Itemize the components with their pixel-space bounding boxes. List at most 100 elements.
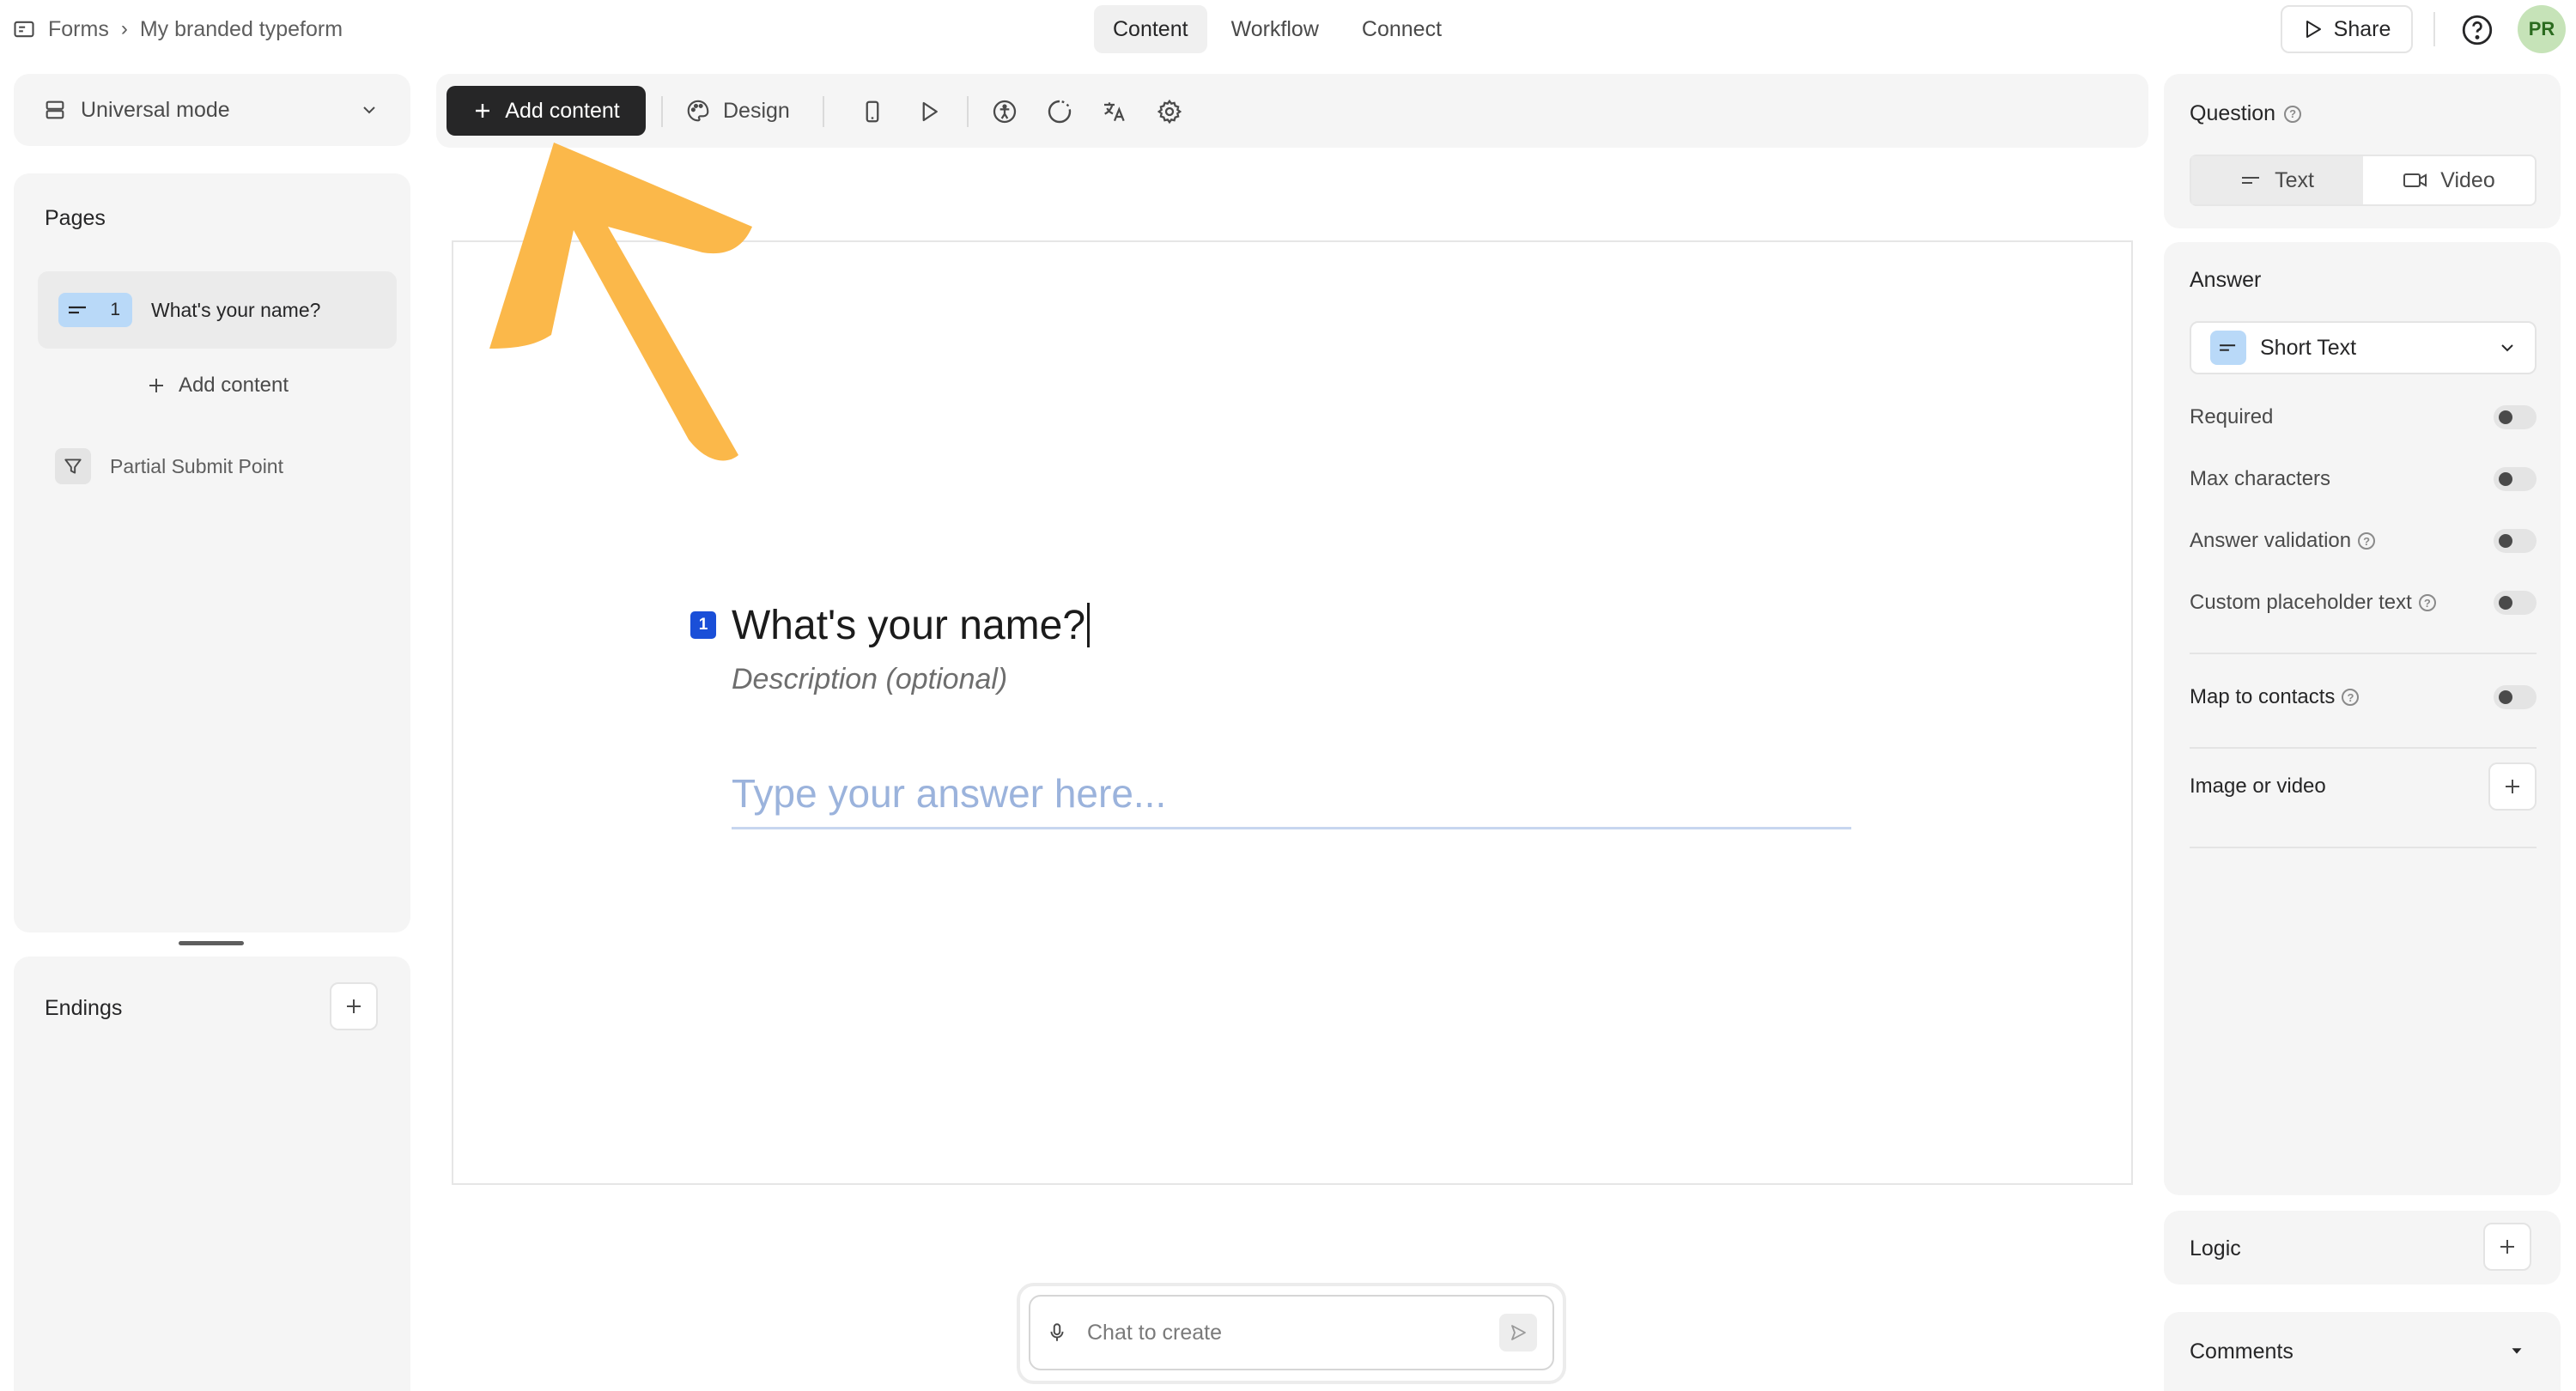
option-required: Required [2190, 400, 2537, 434]
info-icon[interactable]: ? [2342, 689, 2360, 706]
accessibility-icon[interactable] [987, 94, 1022, 129]
chat-input[interactable] [1087, 1320, 1480, 1345]
question-type-video-label: Video [2440, 167, 2495, 192]
question-type-toggle: Text Video [2190, 155, 2537, 206]
pages-title: Pages [45, 206, 106, 230]
tab-connect[interactable]: Connect [1343, 5, 1461, 53]
info-icon[interactable]: ? [2358, 532, 2376, 550]
question-type-video[interactable]: Video [2363, 156, 2535, 204]
answer-type-select[interactable]: Short Text [2190, 321, 2537, 374]
microphone-icon[interactable] [1046, 1320, 1068, 1345]
option-label: Max characters [2190, 467, 2331, 490]
breadcrumb-form-name[interactable]: My branded typeform [140, 17, 343, 42]
custom-placeholder-toggle[interactable] [2494, 591, 2537, 615]
required-toggle[interactable] [2494, 405, 2537, 429]
add-ending-button[interactable] [330, 982, 378, 1030]
option-label: Answer validation [2190, 529, 2352, 552]
question-title-text: What's your name? [732, 602, 1086, 648]
max-characters-toggle[interactable] [2494, 467, 2537, 491]
info-icon[interactable]: ? [2418, 594, 2436, 611]
avatar[interactable]: PR [2518, 5, 2566, 53]
add-content-label: Add content [505, 98, 620, 123]
question-title[interactable]: What's your name? [732, 598, 1091, 653]
resize-handle[interactable] [179, 941, 244, 945]
short-text-icon [2240, 172, 2263, 189]
caret-down-icon [2507, 1341, 2526, 1360]
answer-input[interactable] [732, 759, 1851, 829]
option-max-characters: Max characters [2190, 462, 2537, 496]
endings-title: Endings [45, 996, 123, 1020]
share-label: Share [2333, 16, 2391, 41]
option-label-row: Answer validation ? [2190, 529, 2376, 553]
endings-panel: Endings [14, 957, 410, 1391]
answer-label: Answer [2190, 268, 2262, 292]
tab-content[interactable]: Content [1094, 5, 1207, 53]
settings-icon[interactable] [1152, 94, 1187, 129]
add-content-link[interactable]: Add content [38, 361, 397, 410]
top-bar: Forms › My branded typeform Content Work… [0, 0, 2576, 60]
header-divider [2433, 12, 2435, 46]
share-icon [2303, 19, 2324, 39]
plus-icon [146, 375, 167, 396]
play-icon[interactable] [912, 94, 946, 129]
section-divider [2190, 847, 2537, 848]
option-label: Image or video [2190, 774, 2326, 798]
add-logic-button[interactable] [2483, 1223, 2531, 1271]
plus-icon [343, 996, 364, 1017]
palette-icon [685, 98, 711, 124]
logic-label: Logic [2190, 1236, 2241, 1260]
filter-icon [55, 448, 91, 484]
question-type-text-label: Text [2275, 167, 2314, 192]
chevron-down-icon [359, 100, 380, 120]
answer-validation-toggle[interactable] [2494, 529, 2537, 553]
option-label-row: Custom placeholder text ? [2190, 591, 2436, 615]
tab-workflow[interactable]: Workflow [1212, 5, 1338, 53]
question-description[interactable]: Description (optional) [732, 663, 1007, 696]
question-type-text[interactable]: Text [2191, 156, 2363, 204]
mode-label: Universal mode [81, 97, 230, 122]
option-label-row: Map to contacts ? [2190, 685, 2360, 709]
breadcrumb: Forms › My branded typeform [12, 12, 343, 46]
plus-icon [472, 100, 493, 121]
pages-panel: Pages 1 What's your name? Add content Pa… [14, 173, 410, 932]
add-media-button[interactable] [2488, 762, 2537, 811]
chat-box [1029, 1295, 1554, 1370]
plus-icon [2502, 776, 2523, 797]
info-icon[interactable]: ? [2284, 105, 2302, 123]
option-custom-placeholder: Custom placeholder text ? [2190, 586, 2537, 620]
chevron-right-icon: › [120, 17, 128, 40]
nav-tabs: Content Workflow Connect [1094, 5, 1461, 53]
option-image-video: Image or video [2190, 762, 2537, 811]
comments-label: Comments [2190, 1339, 2293, 1364]
forms-icon[interactable] [12, 17, 36, 41]
loading-icon[interactable] [1042, 94, 1077, 129]
breadcrumb-forms-link[interactable]: Forms [48, 17, 109, 42]
help-icon[interactable] [2459, 12, 2495, 48]
toolbar-divider [661, 96, 663, 127]
comments-card[interactable]: Comments [2164, 1312, 2561, 1391]
page-badge: 1 [58, 293, 132, 327]
answer-settings-card: Answer Short Text Required Max character… [2164, 242, 2561, 1195]
answer-type-value: Short Text [2260, 335, 2357, 360]
short-text-icon [67, 301, 89, 319]
layers-icon [43, 98, 67, 122]
partial-submit-point[interactable]: Partial Submit Point [55, 448, 283, 484]
option-label: Required [2190, 405, 2274, 428]
send-icon[interactable] [1499, 1314, 1537, 1352]
translate-icon[interactable] [1097, 94, 1132, 129]
question-number: 1 [690, 611, 716, 639]
mode-selector[interactable]: Universal mode [14, 74, 410, 146]
option-map-contacts: Map to contacts ? [2190, 680, 2537, 714]
design-label: Design [723, 98, 790, 123]
question-label: Question [2190, 101, 2276, 125]
mobile-preview-icon[interactable] [855, 94, 890, 129]
video-icon [2403, 171, 2428, 190]
share-button[interactable]: Share [2281, 5, 2413, 53]
option-label: Custom placeholder text [2190, 591, 2412, 614]
add-content-link-label: Add content [178, 374, 289, 397]
option-label: Map to contacts [2190, 685, 2336, 708]
option-answer-validation: Answer validation ? [2190, 524, 2537, 558]
page-item[interactable]: 1 What's your name? [38, 271, 397, 349]
map-contacts-toggle[interactable] [2494, 685, 2537, 709]
logic-card: Logic [2164, 1211, 2561, 1285]
